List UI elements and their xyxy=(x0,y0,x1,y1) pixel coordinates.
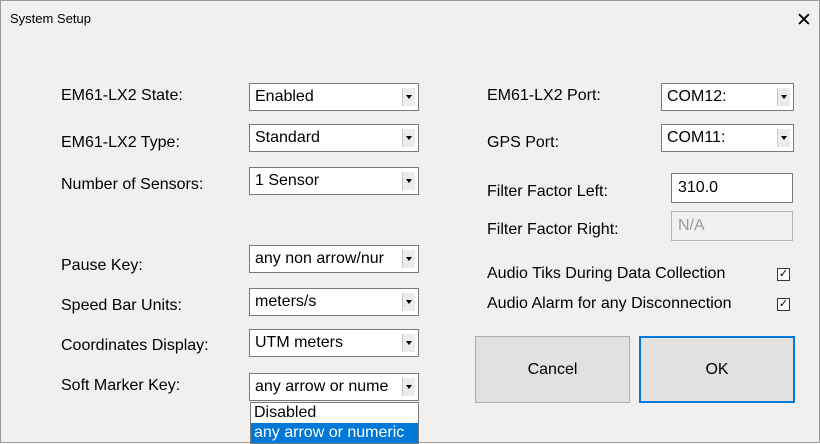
type-label: EM61-LX2 Type: xyxy=(61,134,180,151)
coords-display-select[interactable]: UTM meters xyxy=(249,329,419,357)
chevron-down-icon[interactable] xyxy=(402,250,415,268)
pause-key-label: Pause Key: xyxy=(61,257,143,274)
dropdown-option-selected[interactable]: any arrow or numeric xyxy=(251,423,418,443)
chevron-down-icon[interactable] xyxy=(777,129,790,147)
port-value: COM12: xyxy=(667,88,727,105)
coords-display-value: UTM meters xyxy=(255,334,343,351)
sensors-label: Number of Sensors: xyxy=(61,176,204,193)
soft-marker-label: Soft Marker Key: xyxy=(61,377,181,394)
ok-button[interactable]: OK xyxy=(639,336,795,403)
speed-units-select[interactable]: meters/s xyxy=(249,288,419,316)
soft-marker-dropdown-list[interactable]: Disabled any arrow or numeric xyxy=(250,402,419,444)
state-select[interactable]: Enabled xyxy=(249,83,419,111)
type-select[interactable]: Standard xyxy=(249,124,419,152)
chevron-down-icon[interactable] xyxy=(402,172,415,190)
state-value: Enabled xyxy=(255,88,314,105)
type-value: Standard xyxy=(255,129,320,146)
sensors-value: 1 Sensor xyxy=(255,172,320,189)
audio-tiks-checkbox[interactable]: ✓ xyxy=(777,268,790,281)
coords-display-label: Coordinates Display: xyxy=(61,337,209,354)
audio-tiks-label: Audio Tiks During Data Collection xyxy=(487,265,726,282)
audio-alarm-label: Audio Alarm for any Disconnection xyxy=(487,295,732,312)
chevron-down-icon[interactable] xyxy=(777,88,790,106)
chevron-down-icon[interactable] xyxy=(402,293,415,311)
filter-right-input xyxy=(671,211,793,241)
state-label: EM61-LX2 State: xyxy=(61,87,183,104)
filter-left-label: Filter Factor Left: xyxy=(487,183,608,200)
audio-alarm-checkbox[interactable]: ✓ xyxy=(777,298,790,311)
pause-key-value: any non arrow/nur xyxy=(255,250,384,267)
title-bar: System Setup ✕ xyxy=(1,1,819,39)
close-icon[interactable]: ✕ xyxy=(789,1,819,39)
pause-key-select[interactable]: any non arrow/nur xyxy=(249,245,419,273)
chevron-down-icon[interactable] xyxy=(402,334,415,352)
chevron-down-icon[interactable] xyxy=(402,129,415,147)
window-title: System Setup xyxy=(10,11,91,26)
gps-port-select[interactable]: COM11: xyxy=(661,124,794,152)
chevron-down-icon[interactable] xyxy=(402,378,415,396)
system-setup-window: System Setup ✕ EM61-LX2 State: EM61-LX2 … xyxy=(0,0,820,444)
port-select[interactable]: COM12: xyxy=(661,83,794,111)
speed-units-value: meters/s xyxy=(255,293,317,310)
soft-marker-value: any arrow or nume xyxy=(255,378,389,395)
sensors-select[interactable]: 1 Sensor xyxy=(249,167,419,195)
port-label: EM61-LX2 Port: xyxy=(487,87,601,104)
cancel-button[interactable]: Cancel xyxy=(475,336,630,403)
chevron-down-icon[interactable] xyxy=(402,88,415,106)
gps-port-value: COM11: xyxy=(667,129,726,146)
speed-units-label: Speed Bar Units: xyxy=(61,297,182,314)
soft-marker-select[interactable]: any arrow or nume xyxy=(249,373,419,401)
filter-left-input[interactable] xyxy=(671,173,793,203)
gps-port-label: GPS Port: xyxy=(487,134,560,151)
filter-right-label: Filter Factor Right: xyxy=(487,221,619,238)
dropdown-option[interactable]: Disabled xyxy=(251,403,418,423)
